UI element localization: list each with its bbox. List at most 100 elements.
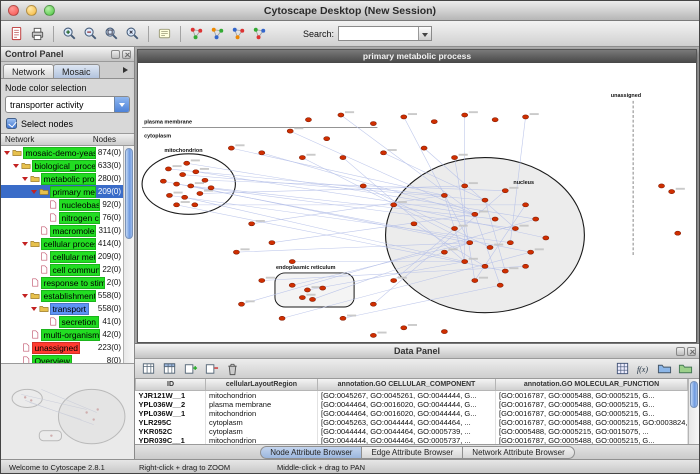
tree-row[interactable]: response to stimul2(0) — [1, 276, 123, 289]
network-node[interactable] — [192, 203, 198, 207]
network-node[interactable] — [320, 286, 326, 290]
table-cell[interactable]: plasma membrane — [206, 400, 318, 409]
region-rect[interactable] — [275, 273, 354, 307]
data-panel-titlebar[interactable]: Data Panel — [135, 344, 699, 359]
table-cell[interactable]: [GO:0045263, GO:0044444, GO:0044464, ... — [318, 418, 496, 427]
network-node[interactable] — [543, 236, 549, 240]
network-node[interactable] — [160, 179, 166, 183]
table-cell[interactable]: [GO:0044444, GO:0044464, GO:0005739, ... — [318, 427, 496, 436]
network-node[interactable] — [492, 118, 498, 122]
tree-row[interactable]: Overview8(0) — [1, 354, 123, 363]
node-color-dropdown[interactable]: transporter activity — [5, 96, 130, 113]
tree-row[interactable]: establishment of lo558(0) — [1, 289, 123, 302]
table-row[interactable]: YPL036W__2plasma membrane[GO:0044464, GO… — [136, 400, 688, 409]
network-node[interactable] — [259, 151, 265, 155]
unselect-attributes-icon[interactable] — [160, 359, 179, 378]
table-cell[interactable]: YJR121W__1 — [136, 390, 206, 400]
apply-layout-icon[interactable] — [229, 24, 248, 43]
network-node[interactable] — [502, 269, 508, 273]
tree-row[interactable]: biological_process633(0) — [1, 159, 123, 172]
network-node[interactable] — [249, 222, 255, 226]
table-cell[interactable]: [GO:0016787, GO:0005488, GO:0005215, G..… — [496, 390, 688, 400]
network-node[interactable] — [482, 198, 488, 202]
network-node[interactable] — [370, 333, 376, 337]
table-row[interactable]: YDR039C__1mitochondrion[GO:0044444, GO:0… — [136, 436, 688, 445]
column-header[interactable]: ID — [136, 379, 206, 390]
expand-arrow-icon[interactable] — [31, 185, 39, 198]
table-cell[interactable]: cytoplasm — [206, 418, 318, 427]
tab-overflow-icon[interactable] — [120, 65, 132, 77]
network-node[interactable] — [482, 264, 488, 268]
annotation-icon[interactable] — [155, 24, 174, 43]
first-neighbors-icon[interactable] — [187, 24, 206, 43]
network-node[interactable] — [512, 226, 518, 230]
close-panel-icon[interactable] — [687, 347, 696, 356]
network-node[interactable] — [467, 241, 473, 245]
network-node[interactable] — [502, 189, 508, 193]
table-cell[interactable]: [GO:0005488, GO:0005215, GO:0015075, ... — [496, 427, 688, 436]
network-node[interactable] — [462, 113, 468, 117]
search-input[interactable] — [339, 27, 418, 40]
network-node[interactable] — [472, 212, 478, 216]
network-node[interactable] — [441, 250, 447, 254]
tree-row[interactable]: metabolic process280(0) — [1, 172, 123, 185]
import-table-icon[interactable] — [655, 359, 674, 378]
table-cell[interactable]: YDR039C__1 — [136, 436, 206, 445]
table-cell[interactable]: YPL036W__2 — [136, 400, 206, 409]
zoom-out-icon[interactable] — [81, 24, 100, 43]
tree-row[interactable]: transport558(0) — [1, 302, 123, 315]
network-view-title[interactable]: primary metabolic process — [138, 50, 696, 63]
network-node[interactable] — [492, 217, 498, 221]
network-node[interactable] — [340, 316, 346, 320]
network-node[interactable] — [287, 129, 293, 133]
network-node[interactable] — [180, 173, 186, 177]
table-cell[interactable]: [GO:0044464, GO:0016020, GO:0044444, G..… — [318, 409, 496, 418]
network-node[interactable] — [462, 184, 468, 188]
network-node[interactable] — [431, 120, 437, 124]
network-node[interactable] — [441, 193, 447, 197]
tab-network-attribute-browser[interactable]: Network Attribute Browser — [462, 446, 574, 459]
matrix-view-icon[interactable] — [613, 359, 632, 378]
tree-row[interactable]: cell communica22(0) — [1, 263, 123, 276]
network-node[interactable] — [528, 250, 534, 254]
table-cell[interactable]: [GO:0016787, GO:0005488, GO:0005215, G..… — [496, 409, 688, 418]
tree-row[interactable]: mosaic-demo-yeast874(0) — [1, 146, 123, 159]
network-edge[interactable] — [231, 148, 444, 195]
table-cell[interactable]: YLR295C — [136, 418, 206, 427]
network-node[interactable] — [259, 278, 265, 282]
expand-arrow-icon[interactable] — [13, 159, 21, 172]
tab-edge-attribute-browser[interactable]: Edge Attribute Browser — [361, 446, 463, 459]
save-session-icon[interactable] — [7, 24, 26, 43]
network-node[interactable] — [391, 278, 397, 282]
network-node[interactable] — [197, 191, 203, 195]
table-cell[interactable]: [GO:0044444, GO:0044464, GO:0005737, ... — [318, 436, 496, 445]
table-scrollbar-thumb[interactable] — [690, 381, 698, 408]
network-node[interactable] — [174, 203, 180, 207]
export-table-icon[interactable] — [676, 359, 695, 378]
network-node[interactable] — [472, 278, 478, 282]
tree-row[interactable]: cellular process414(0) — [1, 237, 123, 250]
vizmapper-icon[interactable] — [250, 24, 269, 43]
network-node[interactable] — [401, 115, 407, 119]
tab-network[interactable]: Network — [3, 64, 54, 78]
table-cell[interactable]: [GO:0045267, GO:0045261, GO:0044444, G..… — [318, 390, 496, 400]
select-nodes-checkbox[interactable] — [6, 118, 17, 129]
table-row[interactable]: YLR295Ccytoplasm[GO:0045263, GO:0044444,… — [136, 418, 688, 427]
formula-builder-icon[interactable]: f(x) — [634, 359, 653, 378]
table-cell[interactable]: mitochondrion — [206, 409, 318, 418]
network-node[interactable] — [299, 295, 305, 299]
network-node[interactable] — [338, 113, 344, 117]
network-node[interactable] — [304, 288, 310, 292]
network-node[interactable] — [507, 241, 513, 245]
network-node[interactable] — [233, 250, 239, 254]
network-node[interactable] — [401, 326, 407, 330]
network-node[interactable] — [188, 184, 194, 188]
network-node[interactable] — [309, 297, 315, 301]
delete-attribute-icon[interactable] — [202, 359, 221, 378]
expand-arrow-icon[interactable] — [22, 237, 30, 250]
tree-scrollbar-thumb[interactable] — [125, 148, 133, 239]
tree-row[interactable]: secretion41(0) — [1, 315, 123, 328]
network-node[interactable] — [193, 170, 199, 174]
search-dropdown-icon[interactable] — [418, 27, 431, 40]
column-header[interactable]: cellularLayoutRegion — [206, 379, 318, 390]
